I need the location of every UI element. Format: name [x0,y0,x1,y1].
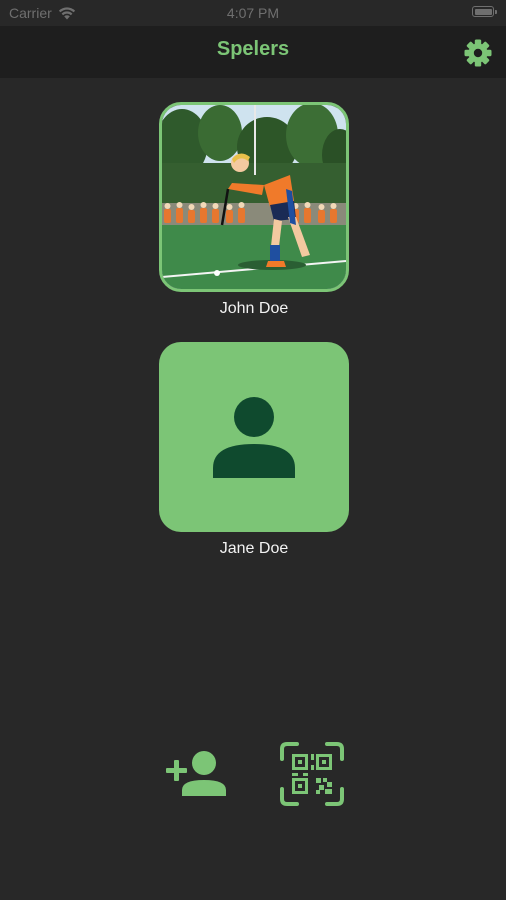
player-item[interactable]: John Doe [159,102,349,318]
navigation-bar: Spelers [0,26,506,78]
player-avatar[interactable] [159,342,349,532]
player-item[interactable]: Jane Doe [159,342,349,558]
add-person-icon [166,751,226,796]
default-avatar-icon [213,397,295,478]
player-photo[interactable] [159,102,349,292]
player-name: Jane Doe [219,540,289,557]
gear-icon [464,39,492,67]
page-title: Spelers [216,38,290,60]
battery-icon [472,6,497,17]
add-player-button[interactable] [164,750,226,800]
player-name: John Doe [219,300,289,317]
settings-button[interactable] [462,37,494,69]
scan-qr-button[interactable] [279,741,345,807]
status-bar: Carrier 4:07 PM [0,0,506,26]
status-time: 4:07 PM [226,5,280,21]
player-photo-image [162,105,346,289]
qr-code-scan-icon [280,742,344,806]
app-screen: Carrier 4:07 PM Spelers John Doe Jane Do… [0,0,506,900]
